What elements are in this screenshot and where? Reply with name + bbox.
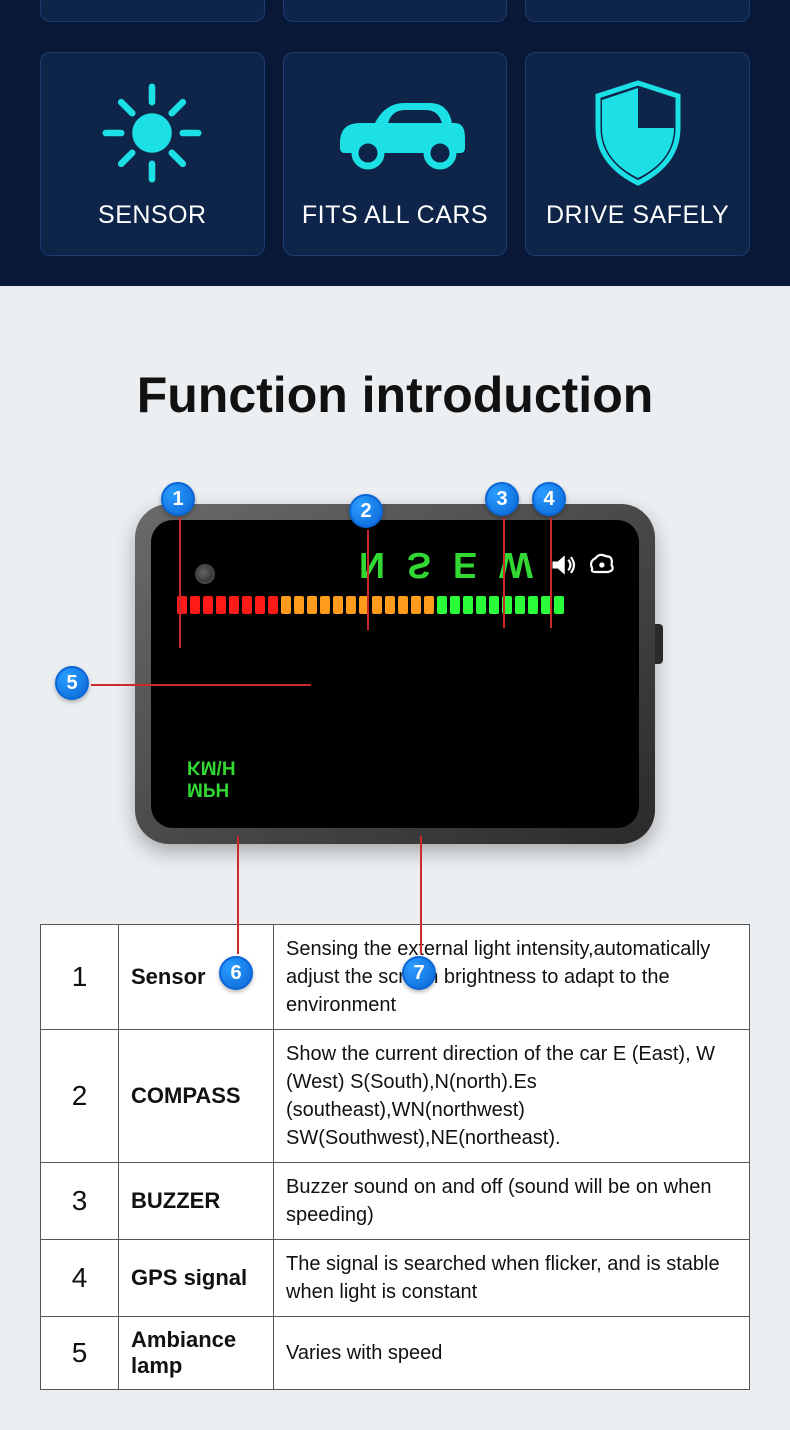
- table-desc: Varies with speed: [274, 1317, 750, 1390]
- marker-1: 1: [161, 482, 195, 516]
- table-name: GPS signal: [119, 1240, 274, 1317]
- tile-drive-label: DRIVE SAFELY: [546, 201, 729, 230]
- device-diagram: 1 2 3 4 5 6 7 N S E W: [95, 504, 695, 844]
- buzzer-icon: [549, 551, 577, 579]
- table-name: BUZZER: [119, 1163, 274, 1240]
- shield-icon: [588, 83, 688, 183]
- gps-icon: [587, 551, 615, 579]
- table-row: 4GPS signalThe signal is searched when f…: [41, 1240, 750, 1317]
- digit-1: [289, 628, 387, 778]
- table-num: 4: [41, 1240, 119, 1317]
- table-row: 3BUZZERBuzzer sound on and off (sound wi…: [41, 1163, 750, 1240]
- marker-5: 5: [55, 666, 89, 700]
- table-desc: The signal is searched when flicker, and…: [274, 1240, 750, 1317]
- top-feature-section: SENSOR FITS ALL CARS: [0, 0, 790, 286]
- tile-fits-all-cars: FITS ALL CARS: [283, 52, 508, 256]
- table-num: 1: [41, 925, 119, 1030]
- function-table: 1SensorSensing the external light intens…: [40, 924, 750, 1390]
- hud-screen: N S E W: [151, 520, 639, 828]
- table-row: 2COMPASSShow the current direction of th…: [41, 1030, 750, 1163]
- sensor-dot: [195, 564, 215, 584]
- tile-sensor: SENSOR: [40, 52, 265, 256]
- marker-6: 6: [219, 956, 253, 990]
- tile-row: SENSOR FITS ALL CARS: [40, 52, 750, 256]
- unit-labels: MPH KM\H: [187, 756, 236, 800]
- table-name: COMPASS: [119, 1030, 274, 1163]
- table-num: 3: [41, 1163, 119, 1240]
- sensor-icon: [97, 83, 207, 183]
- digit-2: [403, 628, 501, 778]
- table-desc: Buzzer sound on and off (sound will be o…: [274, 1163, 750, 1240]
- tile-sensor-label: SENSOR: [98, 201, 207, 230]
- tile-fits-label: FITS ALL CARS: [302, 201, 488, 230]
- marker-7: 7: [402, 956, 436, 990]
- speed-digits: [175, 628, 615, 778]
- table-num: 5: [41, 1317, 119, 1390]
- table-desc: Sensing the external light intensity,aut…: [274, 925, 750, 1030]
- ambiance-bar: [175, 596, 615, 614]
- table-num: 2: [41, 1030, 119, 1163]
- table-name: Ambiance lamp: [119, 1317, 274, 1390]
- marker-3: 3: [485, 482, 519, 516]
- tile-row-previous-edge: [40, 0, 750, 22]
- table-desc: Show the current direction of the car E …: [274, 1030, 750, 1163]
- intro-title: Function introduction: [40, 366, 750, 424]
- car-icon: [320, 83, 470, 183]
- marker-2: 2: [349, 494, 383, 528]
- digit-3: [517, 628, 615, 778]
- unit-kmh: KM\H: [187, 756, 236, 778]
- function-intro-section: Function introduction 1 2 3 4 5 6 7 N S …: [0, 286, 790, 1430]
- compass-text: N S E W: [359, 544, 539, 586]
- table-row: 1SensorSensing the external light intens…: [41, 925, 750, 1030]
- marker-4: 4: [532, 482, 566, 516]
- hud-device: N S E W: [135, 504, 655, 844]
- tile-drive-safely: DRIVE SAFELY: [525, 52, 750, 256]
- table-row: 5Ambiance lampVaries with speed: [41, 1317, 750, 1390]
- unit-mph: MPH: [187, 778, 236, 800]
